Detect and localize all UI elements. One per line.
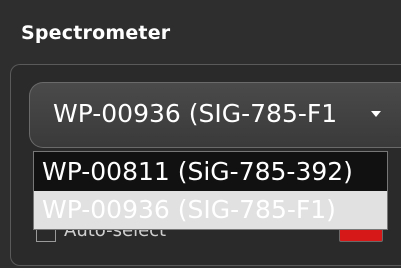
- section-title: Spectrometer: [21, 22, 171, 44]
- dropdown-option-selected[interactable]: WP-00936 (SIG-785-F1): [34, 191, 387, 229]
- spectrometer-screen: Spectrometer WP-00936 (SIG-785-F1 Auto-s…: [0, 0, 401, 268]
- spectrometer-dropdown-list[interactable]: WP-00811 (SiG-785-392) WP-00936 (SIG-785…: [33, 151, 388, 230]
- dropdown-arrow-icon[interactable]: [371, 111, 381, 117]
- select-value: WP-00936 (SIG-785-F1: [53, 99, 338, 128]
- dropdown-option[interactable]: WP-00811 (SiG-785-392): [34, 153, 387, 191]
- spectrometer-select[interactable]: WP-00936 (SIG-785-F1: [29, 82, 401, 148]
